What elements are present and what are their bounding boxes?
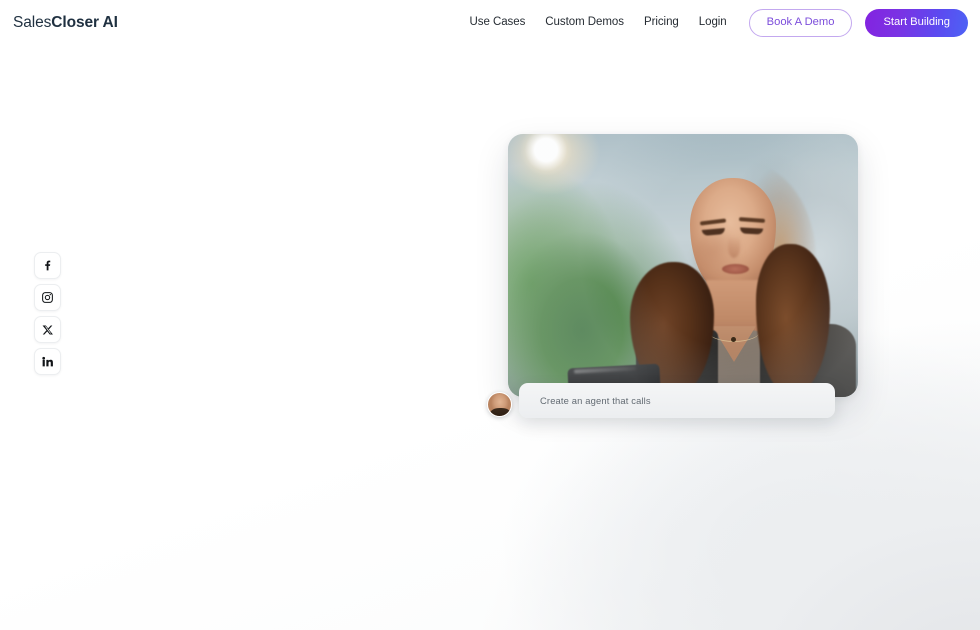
photo-lips [722,264,749,274]
linkedin-icon [41,355,54,368]
nav-pricing[interactable]: Pricing [634,11,689,35]
x-twitter-icon [42,324,54,336]
nav-custom-demos[interactable]: Custom Demos [535,11,634,35]
photo-nose [728,236,740,258]
facebook-icon [41,259,54,272]
caption-avatar [487,392,512,417]
brand-name-light: Sales [13,14,52,32]
hero-caption-bar[interactable]: Create an agent that calls [519,383,835,418]
photo-pendant [731,337,736,342]
social-linkedin-button[interactable] [34,348,61,375]
nav-use-cases[interactable]: Use Cases [464,11,536,35]
social-instagram-button[interactable] [34,284,61,311]
hero-photo [508,134,858,397]
hero-caption-text: Create an agent that calls [540,394,651,406]
site-header: SalesCloser AI Use Cases Custom Demos Pr… [0,0,980,46]
caption-avatar-body [490,408,511,416]
nav-login[interactable]: Login [689,11,737,35]
start-building-button[interactable]: Start Building [865,8,968,38]
brand-name-bold: Closer AI [51,14,118,32]
social-facebook-button[interactable] [34,252,61,279]
social-links-rail [34,252,61,375]
book-a-demo-button[interactable]: Book A Demo [748,8,853,38]
instagram-icon [41,291,54,304]
main-navigation: Use Cases Custom Demos Pricing Login Boo… [464,8,968,38]
social-x-button[interactable] [34,316,61,343]
hero-image-card [508,134,858,397]
brand-logo[interactable]: SalesCloser AI [13,15,118,31]
